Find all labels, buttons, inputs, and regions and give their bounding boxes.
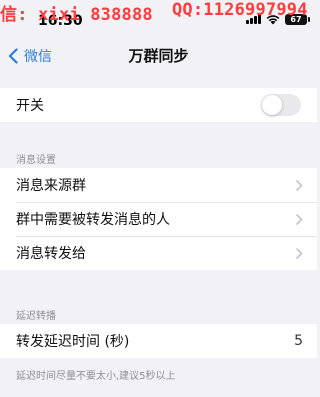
delay-time-value: 5 <box>294 333 303 349</box>
chevron-right-icon <box>296 248 303 259</box>
watermark-wechat: 信: xixi_838888 <box>0 5 153 22</box>
page-title: 万群同步 <box>128 47 189 65</box>
navigation-bar: 微信 万群同步 <box>0 38 317 74</box>
switch-label: 开关 <box>16 98 44 114</box>
delay-time-row[interactable]: 转发延迟时间 (秒) 5 <box>0 324 317 358</box>
list-item-label: 消息转发给 <box>16 246 86 262</box>
switch-row: 开关 <box>0 88 317 122</box>
list-item-forward-to[interactable]: 消息转发给 <box>0 236 317 270</box>
list-item-forward-people[interactable]: 群中需要被转发消息的人 <box>0 202 317 236</box>
enable-toggle[interactable] <box>261 94 301 116</box>
delay-header: 延迟转播 <box>16 311 56 322</box>
chevron-right-icon <box>296 180 303 191</box>
contact-watermark: 信: xixi_838888 QQ:1126997994 <box>0 0 317 22</box>
delay-group: 转发延迟时间 (秒) 5 <box>0 324 317 358</box>
delay-footnote: 延迟时间尽量不要太小,建议5秒以上 <box>16 371 176 382</box>
toggle-knob <box>262 95 282 115</box>
list-item-label: 群中需要被转发消息的人 <box>16 212 170 228</box>
watermark-qq: QQ:1126997994 <box>172 0 308 20</box>
list-item-message-source-group[interactable]: 消息来源群 <box>0 168 317 202</box>
message-settings-group: 消息来源群 群中需要被转发消息的人 消息转发给 <box>0 168 317 270</box>
chevron-right-icon <box>296 214 303 225</box>
switch-group: 开关 <box>0 88 317 122</box>
message-settings-header: 消息设置 <box>16 155 56 166</box>
list-item-label: 消息来源群 <box>16 178 86 194</box>
delay-time-label: 转发延迟时间 (秒) <box>16 334 130 350</box>
